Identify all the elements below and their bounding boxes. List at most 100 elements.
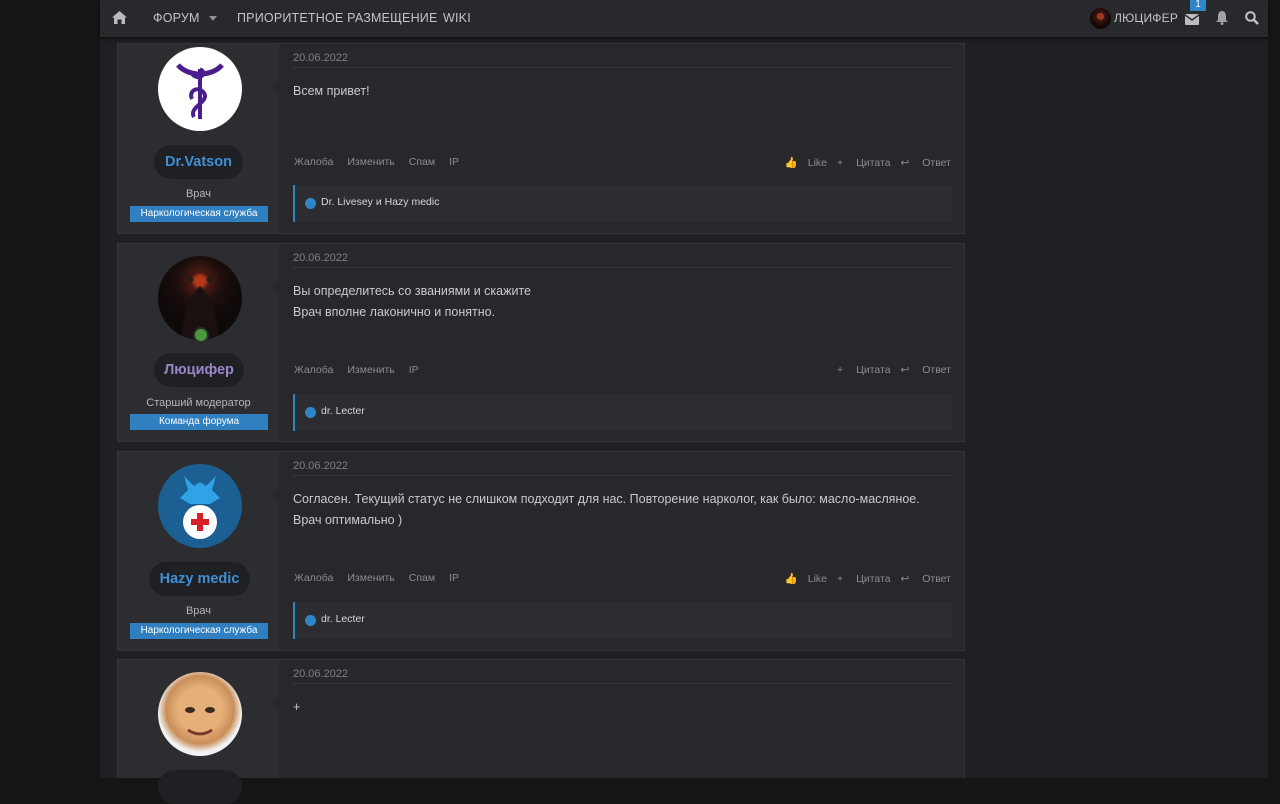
online-status-icon <box>193 327 209 343</box>
post-actions: Жалоба Изменить IP <box>294 364 433 376</box>
edit-link[interactable]: Изменить <box>347 364 394 376</box>
like-button[interactable]: 👍 Like <box>775 573 827 585</box>
user-avatar[interactable] <box>1090 8 1111 29</box>
post-actions: Жалоба Изменить Спам IP <box>294 156 473 168</box>
post-actions-right: 👍 Like + Цитата ↩ Ответ <box>765 156 951 169</box>
search-icon[interactable] <box>1245 11 1259 30</box>
right-background <box>1268 0 1280 778</box>
username[interactable]: Hazy medic <box>149 562 250 596</box>
username[interactable] <box>158 770 242 804</box>
user-menu[interactable]: ЛЮЦИФЕР <box>1114 0 1178 37</box>
post-item: Dr.Vatson Врач Наркологическая служба 20… <box>117 43 965 234</box>
user-banner: Наркологическая служба <box>130 206 268 222</box>
divider <box>293 267 952 268</box>
thumbs-up-icon <box>305 198 316 209</box>
bell-icon[interactable] <box>1216 11 1228 30</box>
nav-forum[interactable]: ФОРУМ <box>153 0 217 37</box>
post-author-panel <box>118 660 279 804</box>
envelope-icon[interactable] <box>1184 12 1200 30</box>
post-arrow <box>272 695 279 709</box>
medicine-logo-icon <box>176 63 224 119</box>
top-navbar: ФОРУМ ПРИОРИТЕТНОЕ РАЗМЕЩЕНИЕ WIKI ЛЮЦИФ… <box>100 0 1268 37</box>
ip-link[interactable]: IP <box>449 572 459 584</box>
user-title: Старший модератор <box>146 397 251 409</box>
quote-button[interactable]: + Цитата <box>837 364 891 376</box>
post-date[interactable]: 20.06.2022 <box>293 52 348 64</box>
ip-link[interactable]: IP <box>409 364 419 376</box>
avatar[interactable] <box>158 47 242 131</box>
report-link[interactable]: Жалоба <box>294 572 333 584</box>
post-date[interactable]: 20.06.2022 <box>293 668 348 680</box>
nav-forum-label: ФОРУМ <box>153 11 200 25</box>
post-body: + <box>293 697 948 718</box>
reply-button[interactable]: ↩ Ответ <box>901 364 951 376</box>
thumbs-up-icon <box>305 407 316 418</box>
face-photo-icon <box>185 707 215 736</box>
like-button[interactable]: 👍 Like <box>775 157 827 169</box>
post-actions-right: 👍 Like + Цитата ↩ Ответ <box>765 572 951 585</box>
reply-button[interactable]: ↩ Ответ <box>901 573 951 585</box>
user-banner: Наркологическая служба <box>130 623 268 639</box>
post-arrow <box>272 487 279 501</box>
reply-label: Ответ <box>922 157 951 169</box>
reactions-list[interactable]: Dr. Livesey и Hazy medic <box>321 196 439 208</box>
post-actions: Жалоба Изменить Спам IP <box>294 572 473 584</box>
home-icon[interactable] <box>112 11 127 29</box>
edit-link[interactable]: Изменить <box>347 572 394 584</box>
quote-label: Цитата <box>856 364 891 376</box>
post-date[interactable]: 20.06.2022 <box>293 252 348 264</box>
nav-priority[interactable]: ПРИОРИТЕТНОЕ РАЗМЕЩЕНИЕ <box>237 0 438 37</box>
reactions-bar: dr. Lecter <box>293 602 952 639</box>
reactions-bar: dr. Lecter <box>293 394 952 431</box>
avatar[interactable] <box>158 464 242 548</box>
post-date[interactable]: 20.06.2022 <box>293 460 348 472</box>
username[interactable]: Люцифер <box>154 353 244 387</box>
post-line: Врач вполне лаконично и понятно. <box>293 304 496 319</box>
dragon-medic-icon <box>180 476 220 539</box>
post-content: 20.06.2022 + <box>272 660 964 778</box>
like-label: Like <box>807 573 827 585</box>
thumbs-up-icon: 👍 <box>784 573 798 585</box>
post-content: 20.06.2022 Согласен. Текущий статус не с… <box>272 452 964 650</box>
quote-button[interactable]: + Цитата <box>837 573 891 585</box>
post-arrow <box>272 79 279 93</box>
reply-label: Ответ <box>922 573 951 585</box>
edit-link[interactable]: Изменить <box>347 156 394 168</box>
post-line: + <box>293 700 301 714</box>
post-item: 20.06.2022 + <box>117 659 965 804</box>
post-content: 20.06.2022 Всем привет! Жалоба Изменить Сп… <box>272 44 964 233</box>
post-item: Hazy medic Врач Наркологическая служба 2… <box>117 451 965 651</box>
nav-wiki[interactable]: WIKI <box>443 0 471 37</box>
reactions-bar: Dr. Livesey и Hazy medic <box>293 185 952 222</box>
quote-button[interactable]: + Цитата <box>837 157 891 169</box>
report-link[interactable]: Жалоба <box>294 156 333 168</box>
ip-link[interactable]: IP <box>449 156 459 168</box>
divider <box>293 475 952 476</box>
thumbs-up-icon: 👍 <box>784 157 798 169</box>
post-author-panel: Люцифер Старший модератор Команда форума <box>118 244 279 441</box>
report-link[interactable]: Жалоба <box>294 364 333 376</box>
like-label: Like <box>807 157 827 169</box>
post-item: Люцифер Старший модератор Команда форума… <box>117 243 965 442</box>
username[interactable]: Dr.Vatson <box>154 145 243 179</box>
reactions-list[interactable]: dr. Lecter <box>321 405 365 417</box>
divider <box>293 683 952 684</box>
avatar[interactable] <box>158 672 242 756</box>
spam-link[interactable]: Спам <box>409 572 435 584</box>
quote-label: Цитата <box>856 573 891 585</box>
post-arrow <box>272 279 279 293</box>
user-banner: Команда форума <box>130 414 268 430</box>
post-author-panel: Hazy medic Врач Наркологическая служба <box>118 452 279 650</box>
messages-badge: 1 <box>1190 0 1206 11</box>
divider <box>293 67 952 68</box>
reply-button[interactable]: ↩ Ответ <box>901 157 951 169</box>
user-title: Врач <box>185 605 212 617</box>
spam-link[interactable]: Спам <box>409 156 435 168</box>
post-actions-right: + Цитата ↩ Ответ <box>827 364 951 376</box>
thumbs-up-icon <box>305 615 316 626</box>
post-content: 20.06.2022 Вы определитесь со званиями и… <box>272 244 964 441</box>
reactions-list[interactable]: dr. Lecter <box>321 613 365 625</box>
reply-label: Ответ <box>922 364 951 376</box>
post-author-panel: Dr.Vatson Врач Наркологическая служба <box>118 44 279 233</box>
post-line: Согласен. Текущий статус не слишком подх… <box>293 492 920 527</box>
